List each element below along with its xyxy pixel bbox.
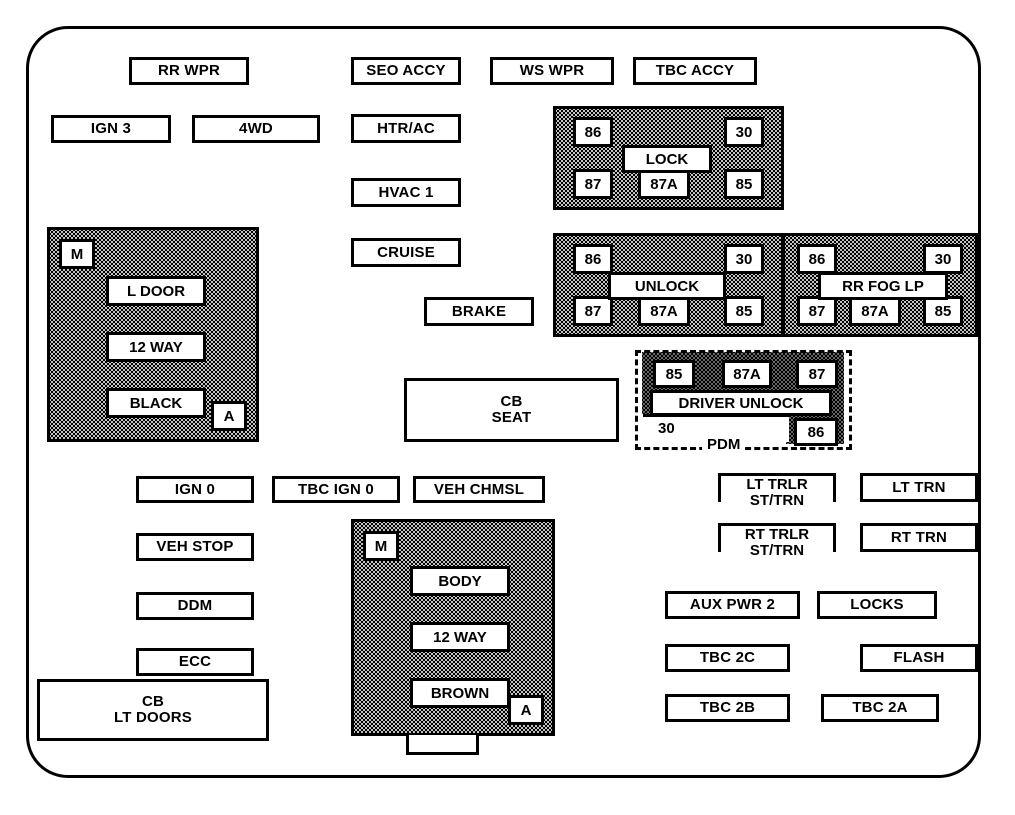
fuse-ign-0[interactable]: IGN 0 — [136, 476, 254, 503]
fuse-rt-trlr-st-trn[interactable]: RT TRLR ST/TRN — [718, 523, 836, 558]
fuse-cruise[interactable]: CRUISE — [351, 238, 461, 267]
fuse-rt-trn[interactable]: RT TRN — [860, 523, 978, 552]
fuse-lt-trn[interactable]: LT TRN — [860, 473, 978, 502]
connector-bottom-row-12-way[interactable]: 12 WAY — [410, 622, 510, 652]
cb-seat-line-2: SEAT — [491, 409, 532, 426]
fuse-cb-lt-doors[interactable]: CB LT DOORS — [37, 679, 269, 741]
fuse-tbc-accy[interactable]: TBC ACCY — [633, 57, 757, 85]
fuse-flash[interactable]: FLASH — [860, 644, 978, 672]
rt-trlr-line-1: RT TRLR — [744, 526, 810, 543]
relay-driver-unlock-label: DRIVER UNLOCK — [650, 390, 832, 416]
lt-trlr-line-2: ST/TRN — [721, 493, 833, 508]
pdm-frame-label: PDM — [702, 436, 746, 453]
fuse-ws-wpr[interactable]: WS WPR — [490, 57, 614, 85]
relay-rr-fog-lp-label: RR FOG LP — [818, 272, 948, 300]
relay-rr-fog-lp-pin-85[interactable]: 85 — [923, 296, 963, 326]
fuse-brake[interactable]: BRAKE — [424, 297, 534, 326]
fuse-aux-pwr-2[interactable]: AUX PWR 2 — [665, 591, 800, 619]
fuse-veh-chmsl[interactable]: VEH CHMSL — [413, 476, 545, 503]
fuse-ign-3[interactable]: IGN 3 — [51, 115, 171, 143]
lt-trlr-line-1: LT TRLR — [746, 476, 808, 493]
fuse-seo-accy[interactable]: SEO ACCY — [351, 57, 461, 85]
connector-left-block: M L DOOR 12 WAY BLACK A — [47, 227, 259, 442]
relay-unlock-pin-86[interactable]: 86 — [573, 244, 613, 274]
fuse-lt-trlr-st-trn[interactable]: LT TRLR ST/TRN — [718, 473, 836, 508]
relay-lock-pin-85[interactable]: 85 — [724, 169, 764, 199]
connector-bottom-tag-a: A — [508, 695, 544, 725]
relay-unlock-pin-87[interactable]: 87 — [573, 296, 613, 326]
relay-rr-fog-lp-body: 86 30 RR FOG LP 87 87A 85 — [782, 233, 978, 337]
fuse-htr-ac[interactable]: HTR/AC — [351, 114, 461, 143]
relay-unlock-pin-85[interactable]: 85 — [724, 296, 764, 326]
relay-rr-fog-lp-pin-86[interactable]: 86 — [797, 244, 837, 274]
cb-lt-doors-line-1: CB — [141, 693, 165, 711]
fuse-rr-wpr[interactable]: RR WPR — [129, 57, 249, 85]
relay-driver-unlock-pin-87a[interactable]: 87A — [722, 360, 772, 388]
fuse-tbc-ign-0[interactable]: TBC IGN 0 — [272, 476, 400, 503]
fuse-hvac-1[interactable]: HVAC 1 — [351, 178, 461, 207]
cb-lt-doors-line-2: LT DOORS — [114, 709, 192, 726]
connector-bottom-notch — [406, 735, 479, 755]
relay-lock-pin-86[interactable]: 86 — [573, 117, 613, 147]
connector-left-tag-m: M — [59, 239, 95, 269]
relay-unlock-pin-30[interactable]: 30 — [724, 244, 764, 274]
fuse-tbc-2c[interactable]: TBC 2C — [665, 644, 790, 672]
relay-lock-label: LOCK — [622, 145, 712, 173]
fuse-block-diagram: RR WPR SEO ACCY WS WPR TBC ACCY IGN 3 4W… — [0, 0, 1015, 815]
fuse-ecc[interactable]: ECC — [136, 648, 254, 676]
cb-seat-line-1: CB — [500, 393, 523, 411]
connector-bottom-row-brown[interactable]: BROWN — [410, 678, 510, 708]
fuse-tbc-2a[interactable]: TBC 2A — [821, 694, 939, 722]
connector-left-row-black[interactable]: BLACK — [106, 388, 206, 418]
relay-driver-unlock-pin-87[interactable]: 87 — [796, 360, 838, 388]
relay-unlock-body: 86 30 UNLOCK 87 87A 85 — [553, 233, 784, 337]
relay-rr-fog-lp-pin-87a[interactable]: 87A — [849, 296, 901, 326]
relay-unlock-pin-87a[interactable]: 87A — [638, 296, 690, 326]
rt-trlr-line-2: ST/TRN — [721, 543, 833, 558]
relay-rr-fog-lp-pin-87[interactable]: 87 — [797, 296, 837, 326]
relay-driver-unlock-pin-85[interactable]: 85 — [653, 360, 695, 388]
connector-bottom-tag-m: M — [363, 531, 399, 561]
relay-lock-body: 86 30 LOCK 87 87A 85 — [553, 106, 784, 210]
connector-bottom-block: M BODY 12 WAY BROWN A — [351, 519, 555, 736]
fuse-ddm[interactable]: DDM — [136, 592, 254, 620]
connector-left-tag-a: A — [211, 401, 247, 431]
relay-lock-pin-87[interactable]: 87 — [573, 169, 613, 199]
fuse-veh-stop[interactable]: VEH STOP — [136, 533, 254, 561]
connector-bottom-row-body[interactable]: BODY — [410, 566, 510, 596]
relay-rr-fog-lp-pin-30[interactable]: 30 — [923, 244, 963, 274]
relay-lock-pin-30[interactable]: 30 — [724, 117, 764, 147]
relay-unlock-label: UNLOCK — [608, 272, 726, 300]
connector-left-row-12-way[interactable]: 12 WAY — [106, 332, 206, 362]
fuse-cb-seat[interactable]: CB SEAT — [404, 378, 619, 442]
connector-left-row-l-door[interactable]: L DOOR — [106, 276, 206, 306]
relay-driver-unlock-pin-86[interactable]: 86 — [794, 418, 838, 446]
relay-lock-pin-87a[interactable]: 87A — [638, 169, 690, 199]
fuse-4wd[interactable]: 4WD — [192, 115, 320, 143]
pdm-pin-30-label: 30 — [658, 420, 675, 437]
fuse-tbc-2b[interactable]: TBC 2B — [665, 694, 790, 722]
fuse-locks[interactable]: LOCKS — [817, 591, 937, 619]
